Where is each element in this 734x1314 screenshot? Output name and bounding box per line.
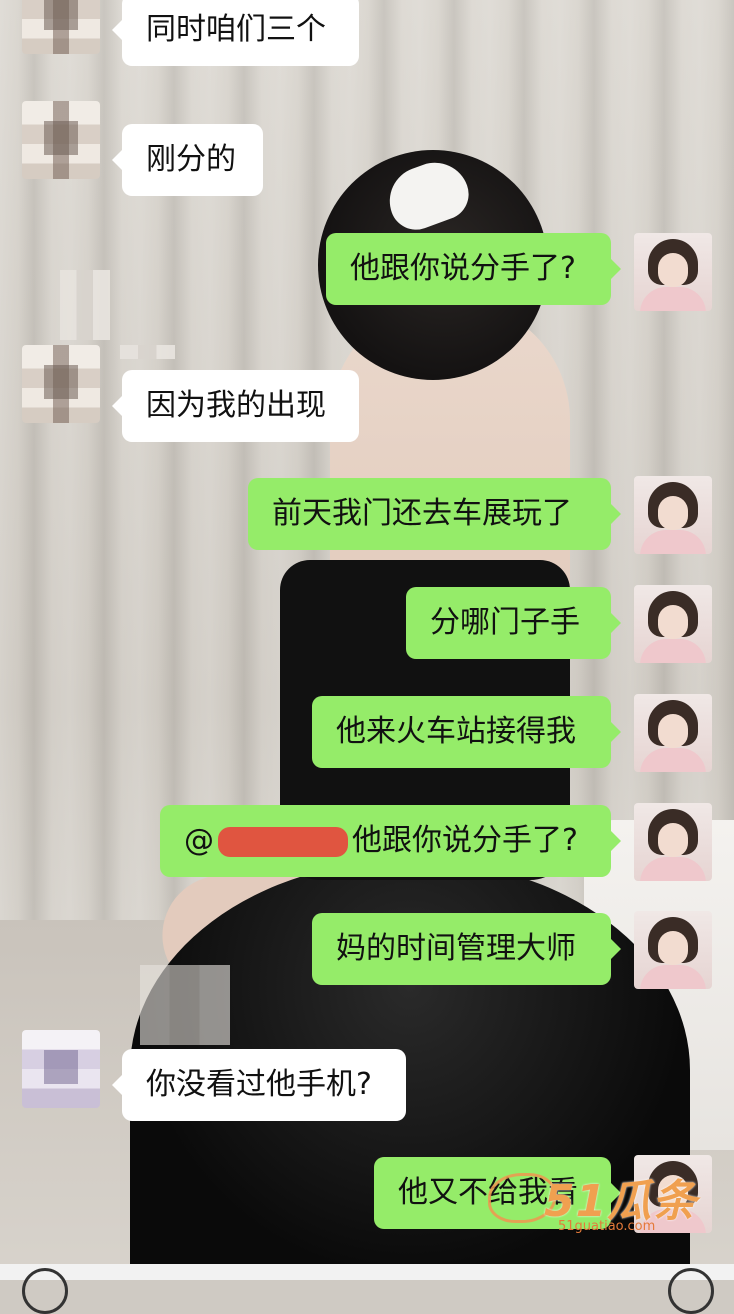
self-avatar[interactable] — [634, 911, 712, 989]
add-icon[interactable] — [668, 1268, 714, 1314]
message-bubble-incoming[interactable]: 刚分的 — [112, 124, 263, 196]
voice-icon[interactable] — [22, 1268, 68, 1314]
message-bubble-outgoing[interactable]: 妈的时间管理大师 — [312, 913, 621, 985]
message-text: 前天我门还去车展玩了 — [272, 496, 572, 531]
site-watermark: 51瓜条 51guatiao.com — [484, 1163, 714, 1243]
pixelation — [140, 965, 230, 1045]
message-text: 同时咱们三个 — [146, 12, 326, 47]
message-text: 他来火车站接得我 — [336, 714, 576, 749]
self-avatar[interactable] — [634, 694, 712, 772]
message-bubble-outgoing[interactable]: @ 他跟你说分手了? — [160, 805, 621, 877]
mention-prefix: @ — [184, 823, 214, 858]
message-bubble-outgoing[interactable]: 他来火车站接得我 — [312, 696, 621, 768]
watermark-url: 51guatiao.com — [558, 1219, 656, 1234]
message-bubble-incoming[interactable]: 因为我的出现 — [112, 370, 359, 442]
message-text: 分哪门子手 — [430, 605, 580, 640]
pixelation — [120, 345, 175, 359]
message-text: 刚分的 — [146, 142, 236, 177]
message-bubble-outgoing[interactable]: 分哪门子手 — [406, 587, 621, 659]
message-bubble-outgoing[interactable]: 前天我门还去车展玩了 — [248, 478, 621, 550]
redaction-mark — [218, 826, 348, 857]
message-text: 他跟你说分手了? — [352, 823, 578, 858]
pixelation — [60, 270, 110, 340]
message-bubble-outgoing[interactable]: 他跟你说分手了? — [326, 233, 621, 305]
message-bubble-incoming[interactable]: 你没看过他手机? — [112, 1049, 406, 1121]
input-bar[interactable] — [0, 1264, 734, 1280]
self-avatar[interactable] — [634, 803, 712, 881]
self-avatar[interactable] — [634, 585, 712, 663]
self-avatar[interactable] — [634, 233, 712, 311]
message-bubble-incoming[interactable]: 同时咱们三个 — [112, 0, 359, 66]
message-text: 因为我的出现 — [146, 388, 326, 423]
contact-avatar[interactable] — [22, 101, 100, 179]
self-avatar[interactable] — [634, 476, 712, 554]
message-text: 你没看过他手机? — [146, 1067, 372, 1102]
contact-avatar[interactable] — [22, 345, 100, 423]
message-text: 他跟你说分手了? — [350, 251, 576, 286]
contact-avatar[interactable] — [22, 0, 100, 54]
contact-avatar[interactable] — [22, 1030, 100, 1108]
chat-thread: 同时咱们三个 刚分的 他跟你说分手了? 因为我的出现 前天我门还去车展玩了 分哪… — [0, 0, 734, 1314]
message-text: 妈的时间管理大师 — [336, 931, 576, 966]
